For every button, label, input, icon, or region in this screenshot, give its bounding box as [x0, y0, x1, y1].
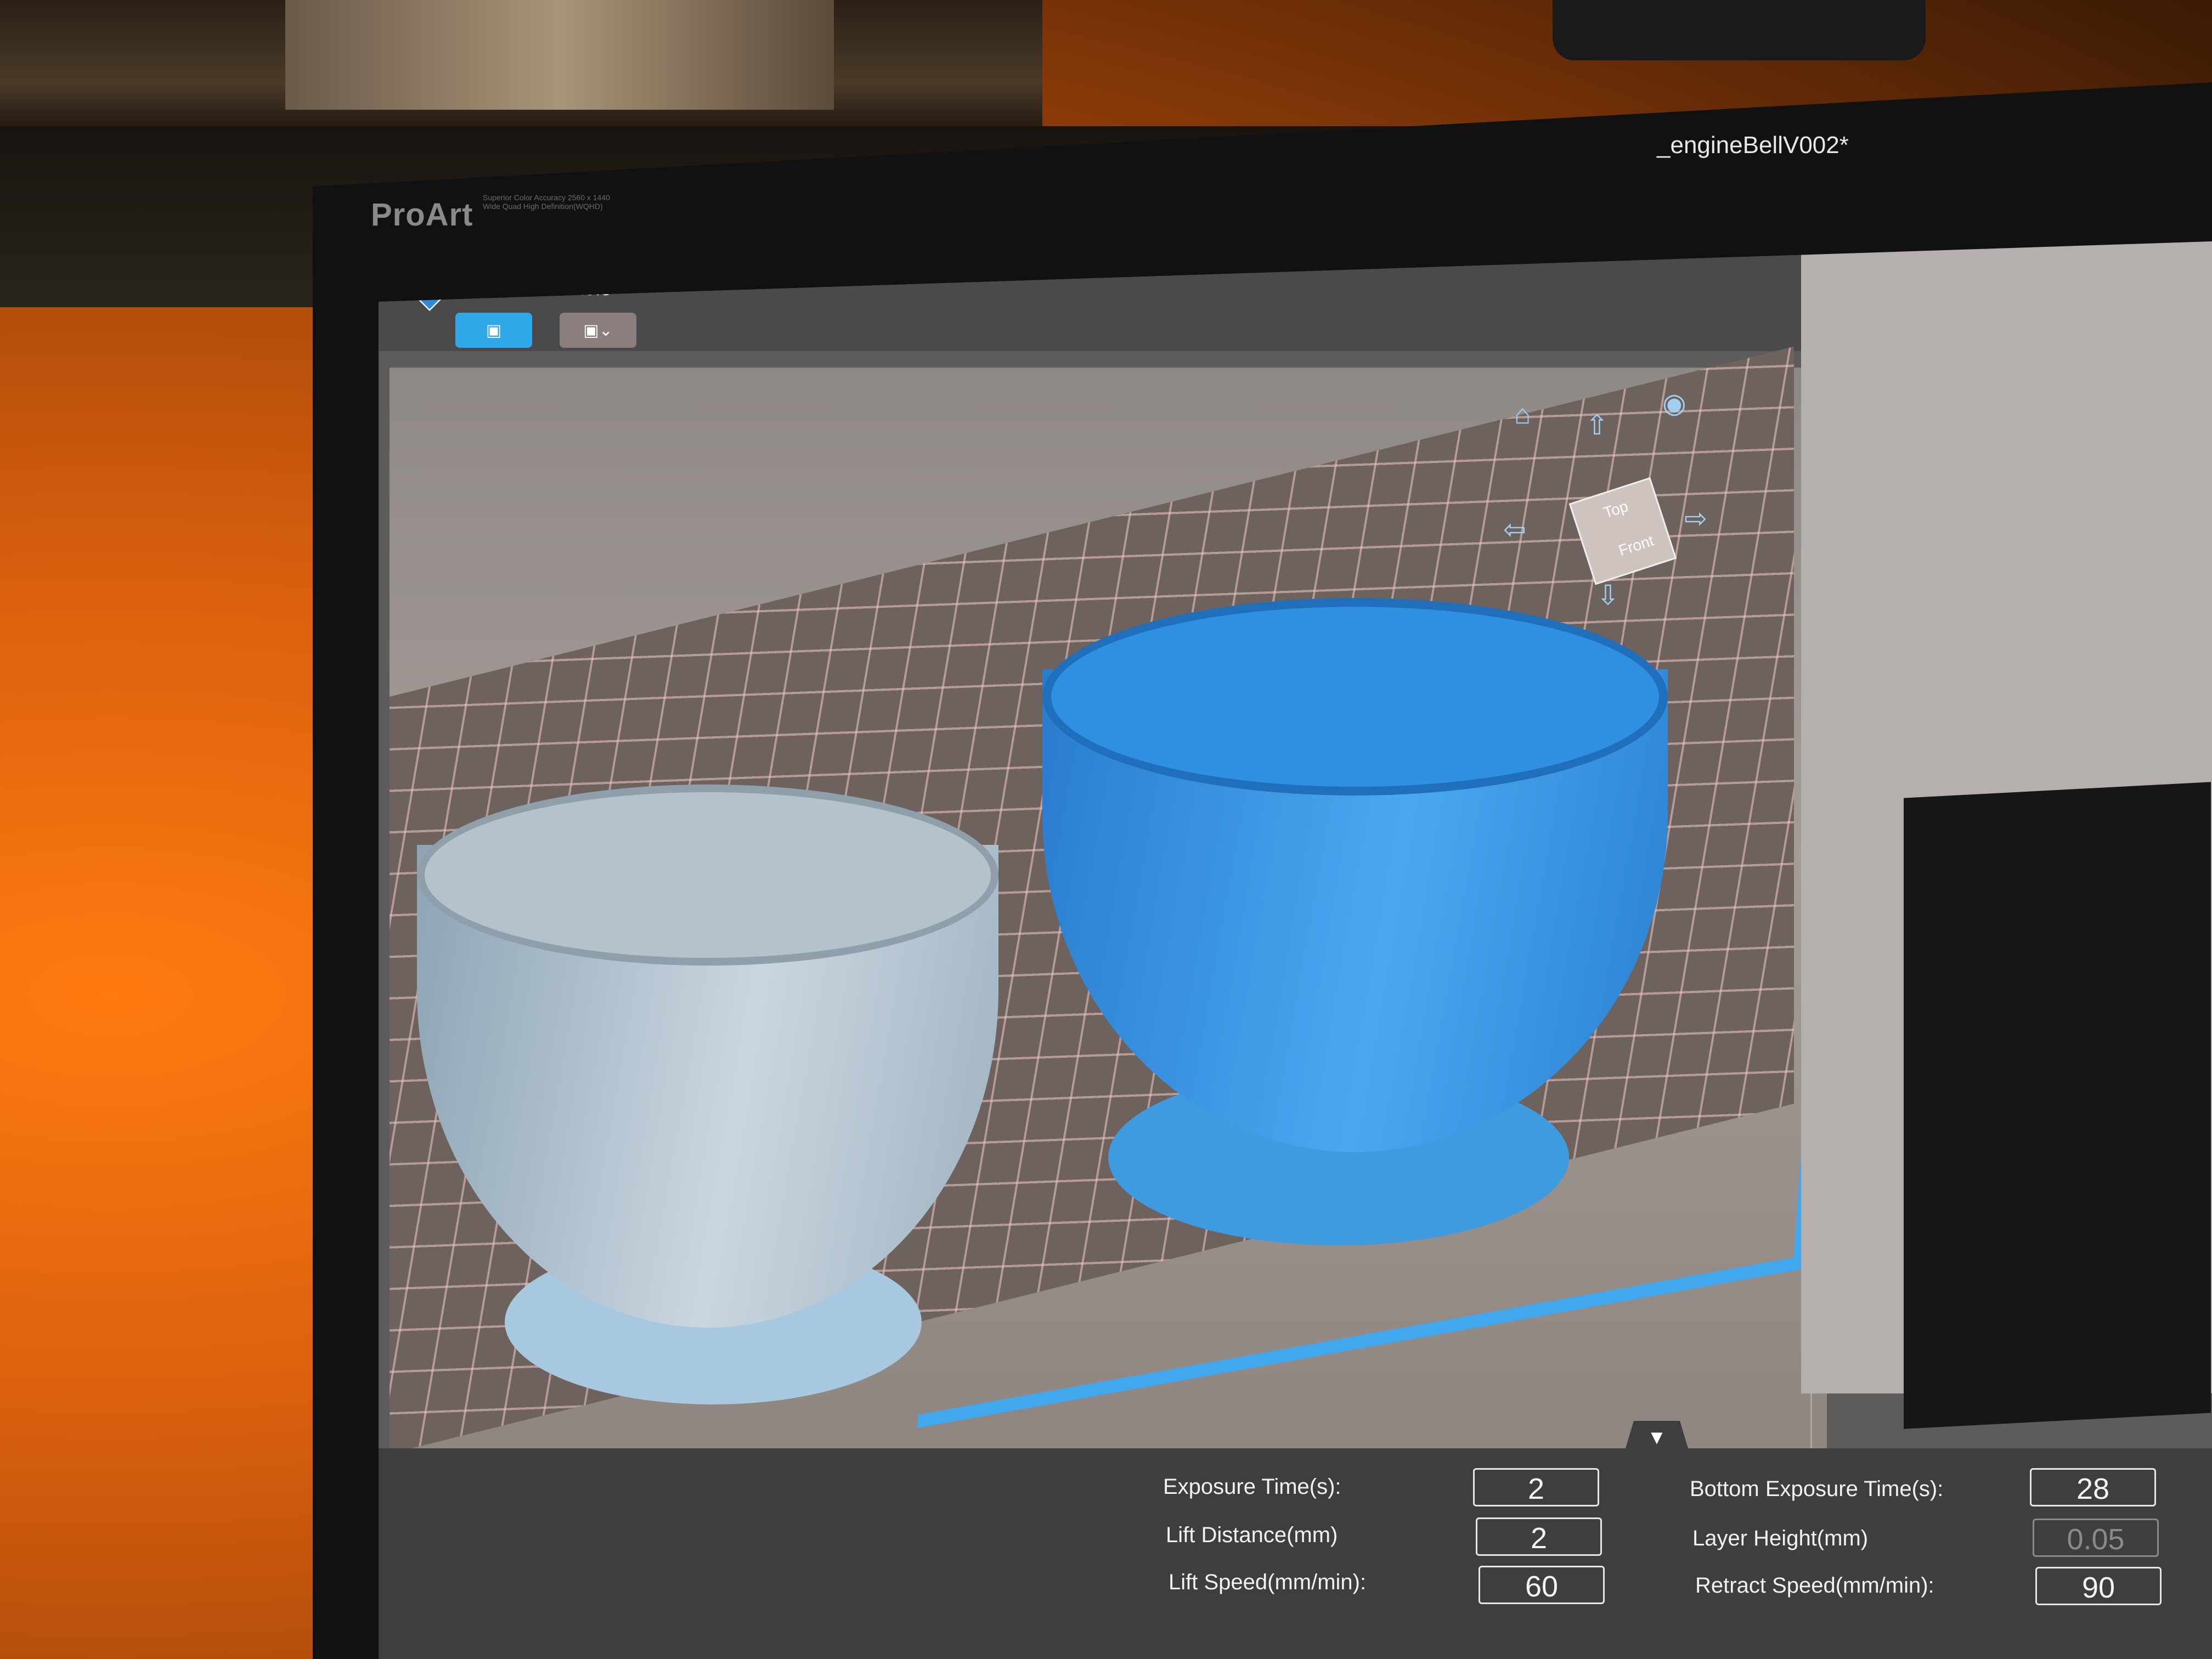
rotate-right-icon[interactable]: ⇨ [1684, 505, 1707, 532]
app-window: CHITUBOX V1.9.3 ▣ ▣⌄ ⌂ ⇧ ◉ ⇦ ⇨ ⇩ Top Fro… [379, 241, 2212, 1659]
model-engine-bell-left[interactable] [417, 785, 998, 1415]
model-rim [1042, 598, 1668, 795]
stack-dropdown-button[interactable]: ▣⌄ [560, 313, 636, 348]
stack-dropdown-icon: ▣⌄ [583, 321, 613, 340]
lift-distance-field[interactable]: 2 [1476, 1517, 1602, 1556]
home-view-icon[interactable]: ⌂ [1514, 400, 1531, 428]
photo [285, 0, 834, 110]
rotate-down-icon[interactable]: ⇩ [1596, 582, 1620, 609]
slice-preview [1904, 782, 2211, 1429]
picture-frame [0, 0, 1042, 137]
webcam [1553, 0, 1926, 60]
view-cube-front[interactable]: Front [1602, 527, 1670, 565]
exposure-time-field[interactable]: 2 [1473, 1468, 1599, 1506]
exposure-time-label: Exposure Time(s): [1163, 1475, 1341, 1499]
print-settings-panel: Exposure Time(s): 2 Lift Distance(mm) 2 … [379, 1448, 2212, 1659]
layer-height-label: Layer Height(mm) [1692, 1526, 1869, 1550]
eye-icon[interactable]: ◉ [1662, 390, 1686, 417]
rotate-up-icon[interactable]: ⇧ [1585, 411, 1609, 439]
monitor-brand-subtitle: Superior Color Accuracy 2560 x 1440 Wide… [483, 193, 610, 211]
retract-speed-field[interactable]: 90 [2035, 1567, 2162, 1605]
rotate-left-icon[interactable]: ⇦ [1503, 516, 1526, 543]
lift-speed-label: Lift Speed(mm/min): [1169, 1570, 1367, 1594]
file-title: _engineBellV002* [1657, 132, 1849, 159]
retract-speed-label: Retract Speed(mm/min): [1695, 1573, 1934, 1598]
bottom-exposure-field[interactable]: 28 [2030, 1468, 2156, 1506]
monitor-brand: ProArt [371, 197, 473, 233]
model-engine-bell-right-selected[interactable] [1042, 598, 1668, 1256]
model-rim [417, 785, 998, 966]
layer-height-field[interactable]: 0.05 [2033, 1519, 2159, 1557]
3d-viewport[interactable]: ⌂ ⇧ ◉ ⇦ ⇨ ⇩ Top Front [390, 346, 1855, 1520]
bottom-exposure-label: Bottom Exposure Time(s): [1690, 1477, 1944, 1501]
lift-speed-field[interactable]: 60 [1479, 1566, 1605, 1604]
stack-button[interactable]: ▣ [455, 313, 532, 348]
lift-distance-label: Lift Distance(mm) [1166, 1523, 1338, 1547]
stack-icon: ▣ [486, 321, 502, 340]
